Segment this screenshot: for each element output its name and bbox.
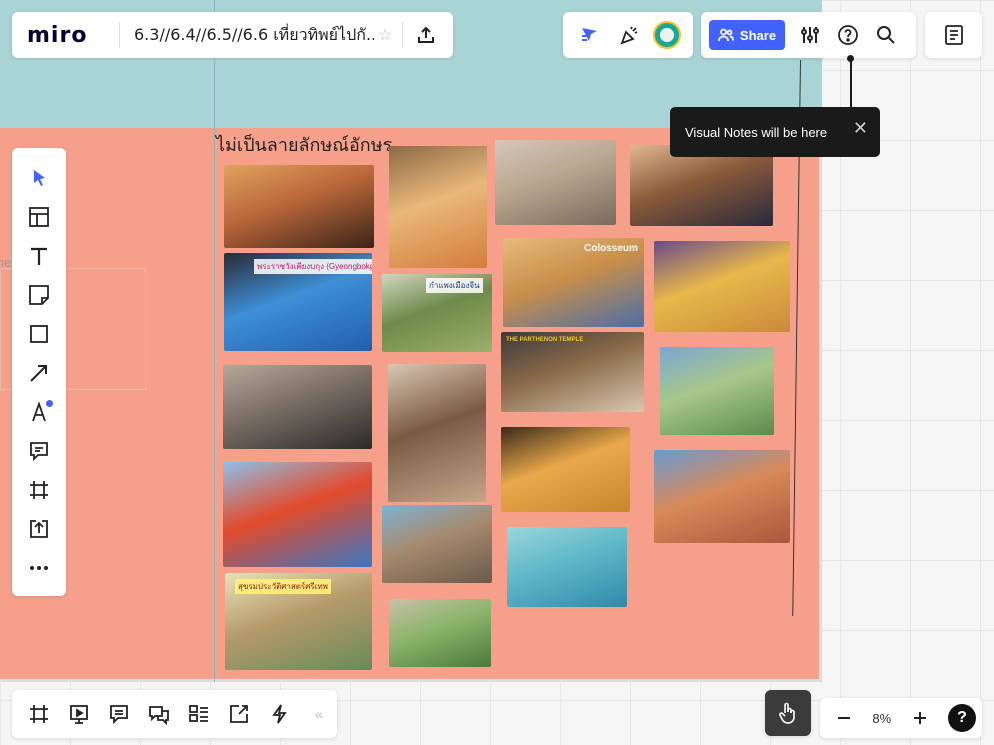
board-name[interactable]: 6.3//6.4//6.5//6.6 เที่ยวทิพย์ไปกั... (134, 23, 374, 48)
photo-parthenon[interactable]: THE PARTHENON TEMPLE (501, 332, 644, 412)
more-tools-icon[interactable] (23, 552, 55, 584)
comment-tool[interactable] (23, 435, 55, 467)
tooltip-pointer (850, 58, 852, 107)
frame-divider (214, 0, 215, 682)
photo-street-scene[interactable] (223, 365, 372, 449)
creation-toolbar (12, 148, 66, 596)
board-header: miro 6.3//6.4//6.5//6.6 เที่ยวทิพย์ไปกั.… (12, 12, 453, 58)
frame-tool[interactable] (23, 474, 55, 506)
photo-terracotta-army[interactable] (495, 140, 616, 225)
photo-petra-treasury[interactable] (654, 450, 790, 543)
presentation-icon[interactable] (64, 699, 94, 729)
users-icon (718, 28, 734, 42)
chat-icon[interactable] (144, 699, 174, 729)
photo-egypt-pyramids[interactable] (389, 146, 487, 268)
photo-underwater-mermaid[interactable] (507, 527, 627, 607)
share-screen-icon[interactable] (224, 699, 254, 729)
zoom-out-icon[interactable] (834, 703, 854, 733)
photo-caption: Colosseum (584, 243, 638, 254)
photo-caption: พระราชวังเคียงบกุง (Gyeongbokgung Palace… (254, 259, 372, 274)
hand-tool-button[interactable] (765, 690, 811, 736)
kanban-icon[interactable] (184, 699, 214, 729)
tooltip-anchor (847, 55, 854, 62)
notes-button[interactable] (925, 12, 982, 58)
user-avatar[interactable] (652, 21, 681, 49)
share-button[interactable]: Share (709, 20, 785, 50)
share-label: Share (739, 27, 777, 43)
photo-colosseum[interactable]: Colosseum (503, 238, 644, 327)
star-icon[interactable]: ☆ (378, 25, 392, 45)
sticky-note-tool[interactable] (23, 279, 55, 311)
shape-tool[interactable] (23, 318, 55, 350)
active-indicator (46, 400, 53, 407)
settings-sliders-icon[interactable] (795, 20, 825, 50)
zoom-in-icon[interactable] (910, 703, 930, 733)
text-tool[interactable] (23, 240, 55, 272)
upload-tool[interactable] (23, 513, 55, 545)
collaboration-toolbar: « (12, 690, 337, 738)
tooltip-text: Visual Notes will be here (685, 124, 828, 140)
select-tool[interactable] (23, 162, 55, 194)
export-icon[interactable] (411, 20, 441, 50)
photo-gyeongbokgung-palace[interactable]: พระราชวังเคียงบกุง (Gyeongbokgung Palace… (224, 253, 372, 351)
comments-icon[interactable] (104, 699, 134, 729)
photo-easter-island-heads[interactable] (501, 427, 630, 512)
celebrate-icon[interactable] (614, 20, 644, 50)
search-icon[interactable] (871, 20, 901, 50)
photo-thai-sanctuary[interactable] (389, 599, 491, 667)
collapse-chevron-icon[interactable]: « (304, 699, 334, 729)
lightning-icon[interactable] (264, 699, 294, 729)
divider (402, 22, 404, 48)
photo-thai-prang-ruins[interactable]: สุขรมประวัติศาสตร์ศรีเทพ (225, 573, 372, 670)
photo-caption: THE PARTHENON TEMPLE (506, 337, 584, 343)
hand-icon (779, 702, 795, 724)
frames-icon[interactable] (24, 699, 54, 729)
board-actions: Share (701, 12, 916, 58)
photo-caption: กำแพงเมืองจีน (426, 278, 483, 293)
photo-great-wall[interactable]: กำแพงเมืองจีน (382, 274, 492, 352)
visual-notes-tooltip: Visual Notes will be here ✕ (670, 107, 880, 157)
bring-to-me-icon[interactable] (575, 20, 605, 50)
arrow-tool[interactable] (23, 357, 55, 389)
miro-logo[interactable]: miro (27, 23, 105, 48)
photo-thai-temple-dancers[interactable] (224, 165, 374, 248)
zoom-level[interactable]: 8% (872, 711, 891, 726)
templates-tool[interactable] (23, 201, 55, 233)
photo-ayutthaya-ruins[interactable] (382, 505, 492, 583)
close-icon[interactable]: ✕ (853, 118, 868, 139)
board-frame-title[interactable]: ไม่เป็นลายลักษณ์อักษร (216, 130, 392, 159)
notes-icon (944, 25, 963, 45)
photo-european-town[interactable] (388, 364, 486, 502)
help-button[interactable]: ? (947, 704, 976, 732)
pen-tool[interactable] (23, 396, 55, 428)
photo-japanese-pagoda[interactable] (223, 462, 372, 567)
photo-caption: สุขรมประวัติศาสตร์ศรีเทพ (235, 579, 331, 594)
photo-japanese-temple[interactable] (630, 145, 773, 226)
divider (119, 22, 120, 48)
help-icon[interactable] (833, 20, 863, 50)
collaboration-tools (563, 12, 693, 58)
ghost-frame-label: ne (0, 255, 12, 270)
photo-golden-pagoda[interactable] (654, 241, 790, 332)
photo-sukhothai-ruins[interactable] (660, 347, 774, 435)
zoom-controls: 8% ? (820, 698, 982, 738)
